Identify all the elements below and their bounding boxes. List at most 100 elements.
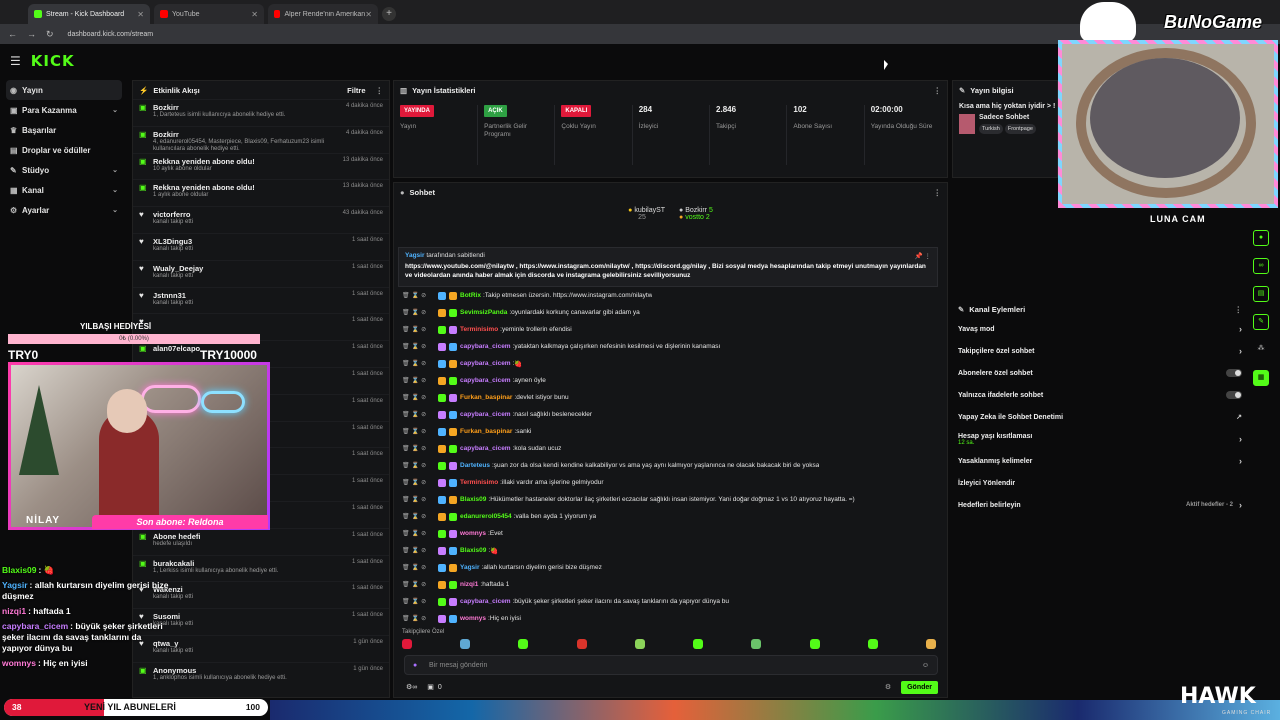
mod-actions-icon[interactable]: 🗑⌛⊘: [402, 343, 438, 350]
mod-actions-icon[interactable]: 🗑⌛⊘: [402, 462, 438, 469]
toggle-switch[interactable]: [1226, 369, 1242, 377]
stream-category[interactable]: Sadece Sohbet Turkish Frontpage: [953, 114, 1057, 134]
chat-username[interactable]: Terminisimo: [460, 479, 498, 486]
chat-message[interactable]: 🗑⌛⊘ womnys: Evet: [402, 525, 942, 542]
mod-actions-icon[interactable]: 🗑⌛⊘: [402, 445, 438, 452]
filter-button[interactable]: Filtre: [347, 86, 365, 95]
channel-action[interactable]: Yapay Zeka ile Sohbet Denetimi ↗: [952, 406, 1248, 428]
activity-item[interactable]: ▣ burakcakali 1, Lerkiss isimli kullanıcıy…: [133, 554, 389, 582]
chat-username[interactable]: womnys: [460, 530, 486, 537]
emote-icon[interactable]: [576, 639, 587, 649]
browser-tab-kick[interactable]: Stream - Kick Dashboard ✕: [28, 4, 150, 24]
chat-message[interactable]: 🗑⌛⊘ Terminisimo: illaki vardır ama işleri…: [402, 474, 942, 491]
menu-icon[interactable]: ☰: [10, 54, 21, 68]
emote-icon[interactable]: [751, 639, 762, 649]
chat-message[interactable]: 🗑⌛⊘ nizqi1: haftada 1: [402, 576, 942, 593]
points-icon[interactable]: ⚙∞: [406, 683, 417, 691]
more-options-icon[interactable]: ⋮: [934, 86, 942, 95]
emote-icon[interactable]: [867, 639, 878, 649]
channel-action[interactable]: Yalnızca ifadelerle sohbet: [952, 384, 1248, 406]
mod-actions-icon[interactable]: 🗑⌛⊘: [402, 360, 438, 367]
link-icon[interactable]: ∞: [1253, 258, 1269, 274]
channel-action[interactable]: Takipçilere özel sohbet ›: [952, 340, 1248, 362]
chat-username[interactable]: womnys: [460, 615, 486, 622]
more-options-icon[interactable]: ⋮: [376, 86, 384, 95]
close-tab-icon[interactable]: ✕: [137, 10, 144, 19]
sidebar-item-kanal[interactable]: ▦ Kanal ⌄: [0, 180, 128, 200]
sidebar-item-basarilar[interactable]: ♛ Başarılar: [0, 120, 128, 140]
pinned-by[interactable]: Yagsir: [405, 252, 425, 259]
activity-item[interactable]: ♥ Susomi kanalı takip etti 1 saat önce: [133, 608, 389, 635]
chat-username[interactable]: Furkan_baspinar: [460, 394, 512, 401]
chat-username[interactable]: Blaxis09: [460, 496, 486, 503]
chat-message[interactable]: 🗑⌛⊘ Darteteus: şuan zor da olsa kendi ken…: [402, 457, 942, 474]
kick-logo[interactable]: KICK: [31, 52, 75, 70]
activity-item[interactable]: ♥ qtwa_y kanalı takip etti 1 gün önce: [133, 634, 389, 662]
chat-username[interactable]: edanurerol05454: [460, 513, 512, 520]
sidebar-item-para-kazanma[interactable]: ▣ Para Kazanma ⌄: [0, 100, 128, 120]
activity-item[interactable]: ▣ Abone hedefi hedefe ulaşıldı 1 saat önce: [133, 527, 389, 555]
activity-item[interactable]: ♥ Jstnnn31 kanalı takip etti 1 saat önce: [133, 286, 389, 314]
chat-message[interactable]: 🗑⌛⊘ Furkan_baspinar: sanki: [402, 423, 942, 440]
mod-actions-icon[interactable]: 🗑⌛⊘: [402, 309, 438, 316]
emote-icon[interactable]: [460, 639, 471, 649]
chat-message[interactable]: 🗑⌛⊘ Blaxis09: 🍓: [402, 542, 942, 559]
toggle-switch[interactable]: [1226, 391, 1242, 399]
channel-action[interactable]: Yavaş mod ›: [952, 318, 1248, 340]
chat-message[interactable]: 🗑⌛⊘ capybara_cicem: büyük şeker şirketler…: [402, 593, 942, 610]
send-button[interactable]: Gönder: [901, 680, 938, 694]
chat-message[interactable]: 🗑⌛⊘ Yagsir: allah kurtarsın diyelim geris…: [402, 559, 942, 576]
chat-message[interactable]: 🗑⌛⊘ capybara_cicem: kola sudan ucuz: [402, 440, 942, 457]
chat-message[interactable]: 🗑⌛⊘ womnys: Hiç en iyisi: [402, 610, 942, 627]
mod-actions-icon[interactable]: 🗑⌛⊘: [402, 411, 438, 418]
mic-icon[interactable]: ●: [413, 662, 417, 669]
pin-icon[interactable]: 📌 ⋮: [915, 252, 931, 260]
screen-icon[interactable]: ▤: [1253, 286, 1269, 302]
mod-actions-icon[interactable]: 🗑⌛⊘: [402, 326, 438, 333]
more-options-icon[interactable]: ⋮: [1235, 305, 1243, 314]
emote-icon[interactable]: [518, 639, 529, 649]
chat-message[interactable]: 🗑⌛⊘ capybara_cicem: 🍓: [402, 355, 942, 372]
close-tab-icon[interactable]: ✕: [365, 10, 372, 19]
mod-actions-icon[interactable]: 🗑⌛⊘: [402, 428, 438, 435]
channel-action[interactable]: Hedefleri belirleyin Aktif hedefler - 2 ›: [952, 494, 1248, 516]
chat-message[interactable]: 🗑⌛⊘ Terminisimo: yeminle trollerin efendi…: [402, 321, 942, 338]
mod-actions-icon[interactable]: 🗑⌛⊘: [402, 564, 438, 571]
mod-actions-icon[interactable]: 🗑⌛⊘: [402, 292, 438, 299]
sidebar-item-ayarlar[interactable]: ⚙ Ayarlar ⌄: [0, 200, 128, 220]
mod-actions-icon[interactable]: 🗑⌛⊘: [402, 581, 438, 588]
emote-icon[interactable]: [634, 639, 645, 649]
activity-item[interactable]: ♥ XL3Dingu3 kanalı takip etti 1 saat önce: [133, 232, 389, 260]
browser-tab-youtube[interactable]: YouTube ✕: [154, 4, 264, 24]
chat-settings-icon[interactable]: ⚙: [885, 683, 891, 691]
channel-action[interactable]: Abonelere özel sohbet: [952, 362, 1248, 384]
chat-icon[interactable]: ●: [1253, 230, 1269, 246]
emote-icon[interactable]: [809, 639, 820, 649]
mod-actions-icon[interactable]: 🗑⌛⊘: [402, 394, 438, 401]
chat-message[interactable]: 🗑⌛⊘ capybara_cicem: aynen öyle: [402, 372, 942, 389]
sidebar-item-studyo[interactable]: ✎ Stüdyo ⌄: [0, 160, 128, 180]
chat-username[interactable]: capybara_cicem: [460, 343, 511, 350]
activity-item[interactable]: ▣ Rekkna yeniden abone oldu! 10 aylık abon…: [133, 152, 389, 180]
activity-item[interactable]: ▣ Anonymous 1, anklophos isimli kullanıcıy…: [133, 661, 389, 689]
forward-icon[interactable]: →: [27, 29, 36, 39]
chat-message[interactable]: 🗑⌛⊘ capybara_cicem: yataktan kalkmaya çal…: [402, 338, 942, 355]
channel-action[interactable]: İzleyici Yönlendir: [952, 472, 1248, 494]
chat-message[interactable]: 🗑⌛⊘ Furkan_baspinar: devlet istiyor bunu: [402, 389, 942, 406]
chat-username[interactable]: Blaxis09: [460, 547, 486, 554]
activity-item[interactable]: ♥ victorferro kanalı takip etti 43 dakika ö…: [133, 206, 389, 233]
people-icon[interactable]: ⁂: [1253, 342, 1269, 358]
chat-username[interactable]: Furkan_baspinar: [460, 428, 512, 435]
mod-actions-icon[interactable]: 🗑⌛⊘: [402, 547, 438, 554]
chat-username[interactable]: capybara_cicem: [460, 445, 511, 452]
channel-action[interactable]: Yasaklanmış kelimeler ›: [952, 450, 1248, 472]
sidebar-item-yayin[interactable]: ◉ Yayın: [6, 80, 122, 100]
chat-username[interactable]: Yagsir: [460, 564, 480, 571]
gift-icon[interactable]: ▣: [427, 683, 434, 691]
emote-icon[interactable]: [693, 639, 704, 649]
mod-actions-icon[interactable]: 🗑⌛⊘: [402, 598, 438, 605]
top-chatter[interactable]: ● kubilayST 25: [628, 207, 665, 241]
mod-actions-icon[interactable]: 🗑⌛⊘: [402, 377, 438, 384]
top-chatter[interactable]: ● Bozkirr 5 ● vostto 2: [679, 207, 713, 241]
chat-username[interactable]: capybara_cicem: [460, 411, 511, 418]
